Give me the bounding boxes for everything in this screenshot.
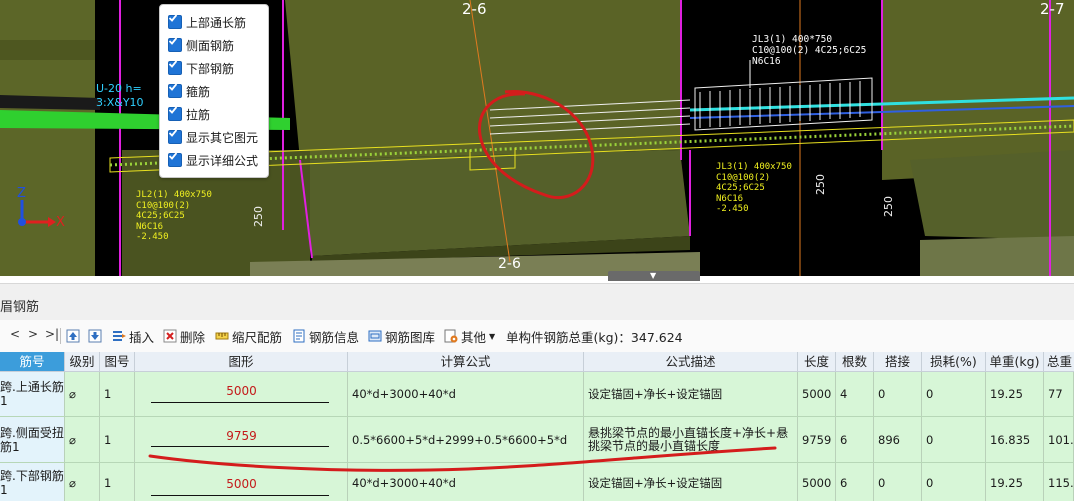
panel-title-bar: 眉钢筋 (0, 283, 1074, 321)
option-stirrup[interactable]: 箍筋 (168, 82, 210, 100)
checkbox-checked-icon[interactable] (168, 129, 182, 144)
ruler-icon (215, 332, 229, 340)
left-partial-text: U-20 h= 3:X&Y10 (96, 82, 144, 109)
insert-button[interactable]: 插入 (112, 326, 154, 346)
option-tie-bar[interactable]: 拉筋 (168, 105, 210, 123)
move-up-button[interactable] (66, 326, 83, 346)
vertical-label-2: 250 (814, 174, 827, 195)
checkbox-checked-icon[interactable] (168, 83, 182, 98)
delete-icon (163, 329, 177, 343)
grid-label-2-7: 2-7 (1040, 0, 1065, 18)
move-up-icon (66, 329, 80, 343)
insert-row-icon (113, 331, 126, 341)
move-down-icon (88, 329, 102, 343)
chevron-down-icon: ▼ (489, 331, 496, 341)
other-button[interactable]: 其他 ▼ (444, 326, 495, 346)
grid-label-2-6-top: 2-6 (462, 0, 487, 18)
library-icon (368, 330, 382, 342)
option-show-detailed-formula[interactable]: 显示详细公式 (168, 151, 258, 169)
vertical-label-1: 250 (252, 206, 265, 227)
option-show-other-elements[interactable]: 显示其它图元 (168, 128, 258, 146)
nav-last-button[interactable]: >| (45, 327, 59, 341)
document-info-icon (293, 329, 305, 343)
grid-label-2-6-bottom: 2-6 (498, 256, 521, 272)
checkbox-checked-icon[interactable] (168, 152, 182, 167)
beam-callout-center: JL3(1) 400x750 C10@100(2) 4C25;6C25 N6C1… (716, 162, 792, 214)
checkbox-checked-icon[interactable] (168, 60, 182, 75)
nav-prev-button[interactable]: < (10, 327, 20, 341)
red-annotation-underline (148, 446, 777, 472)
checkbox-checked-icon[interactable] (168, 106, 182, 121)
chevron-down-icon: ▼ (650, 271, 657, 280)
axis-x-label: X (56, 215, 65, 230)
scale-rebar-button[interactable]: 缩尺配筋 (215, 326, 282, 346)
beam-callout-left: JL2(1) 400x750 C10@100(2) 4C25;6C25 N6C1… (136, 190, 212, 242)
checkbox-checked-icon[interactable] (168, 37, 182, 52)
panel-title: 眉钢筋 (0, 300, 40, 315)
option-side-rebar[interactable]: 侧面钢筋 (168, 36, 234, 54)
option-top-continuous-rebar[interactable]: 上部通长筋 (168, 13, 246, 31)
vertical-label-3: 250 (882, 196, 895, 217)
splitter-handle[interactable]: ▼ (608, 271, 700, 281)
nav-next-button[interactable]: > (28, 327, 38, 341)
delete-button[interactable]: 删除 (163, 326, 205, 346)
rebar-library-button[interactable]: 钢筋图库 (368, 326, 435, 346)
rebar-table: 筋号 级别 图号 图形 计算公式 公式描述 长度 根数 搭接 损耗(%) 单重(… (0, 352, 1074, 501)
axis-z-label: Z (17, 186, 26, 201)
total-weight-label: 单构件钢筋总重(kg)：347.624 (506, 329, 683, 345)
gear-icon (444, 329, 458, 343)
3d-viewport[interactable]: 2-6 2-7 2-6 250 250 250 U-20 h= 3:X&Y10 … (0, 0, 1074, 276)
beam-callout-top-right: JL3(1) 400*750 C10@100(2) 4C25;6C25 N6C1… (752, 34, 867, 67)
move-down-button[interactable] (88, 326, 105, 346)
option-bottom-rebar[interactable]: 下部钢筋 (168, 59, 234, 77)
rebar-info-button[interactable]: 钢筋信息 (292, 326, 359, 346)
display-options-panel: 上部通长筋 侧面钢筋 下部钢筋 箍筋 拉筋 显示其它图元 显示详细公式 (159, 4, 269, 178)
rebar-toolbar: < > >| 插入 删除 缩尺配筋 钢筋信息 钢筋图库 其他 ▼ 单构件钢筋总重… (0, 320, 1074, 352)
checkbox-checked-icon[interactable] (168, 14, 182, 29)
